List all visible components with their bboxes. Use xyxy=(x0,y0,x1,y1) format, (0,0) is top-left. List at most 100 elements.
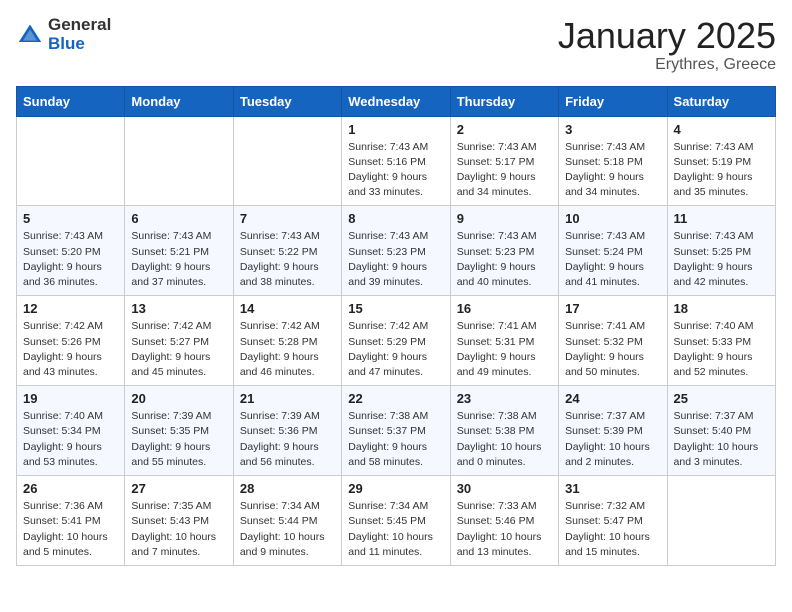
calendar-cell: 11Sunrise: 7:43 AM Sunset: 5:25 PM Dayli… xyxy=(667,206,775,296)
day-info: Sunrise: 7:43 AM Sunset: 5:17 PM Dayligh… xyxy=(457,140,552,201)
day-number: 1 xyxy=(348,122,443,137)
calendar-cell: 23Sunrise: 7:38 AM Sunset: 5:38 PM Dayli… xyxy=(450,386,558,476)
calendar-week-2: 5Sunrise: 7:43 AM Sunset: 5:20 PM Daylig… xyxy=(17,206,776,296)
day-number: 4 xyxy=(674,122,769,137)
calendar-cell: 17Sunrise: 7:41 AM Sunset: 5:32 PM Dayli… xyxy=(559,296,667,386)
day-info: Sunrise: 7:40 AM Sunset: 5:33 PM Dayligh… xyxy=(674,319,769,380)
calendar-cell: 26 Sunrise: 7:36 AM Sunset: 5:41 PM Dayli… xyxy=(17,476,125,566)
calendar-week-5: 26 Sunrise: 7:36 AM Sunset: 5:41 PM Dayli… xyxy=(17,476,776,566)
day-number: 12 xyxy=(23,301,118,316)
calendar-cell: 21 Sunrise: 7:39 AM Sunset: 5:36 PM Dayli… xyxy=(233,386,341,476)
day-info: Sunrise: 7:43 AM Sunset: 5:23 PM Dayligh… xyxy=(348,229,443,290)
calendar-cell: 31 Sunrise: 7:32 AM Sunset: 5:47 PM Dayli… xyxy=(559,476,667,566)
day-number: 5 xyxy=(23,211,118,226)
calendar-cell: 13Sunrise: 7:42 AM Sunset: 5:27 PM Dayli… xyxy=(125,296,233,386)
calendar-cell: 7 Sunrise: 7:43 AM Sunset: 5:22 PM Daylig… xyxy=(233,206,341,296)
day-number: 7 xyxy=(240,211,335,226)
calendar-cell: 4 Sunrise: 7:43 AM Sunset: 5:19 PM Daylig… xyxy=(667,116,775,206)
day-number: 27 xyxy=(131,481,226,496)
calendar-cell: 25 Sunrise: 7:37 AM Sunset: 5:40 PM Dayli… xyxy=(667,386,775,476)
day-info: Sunrise: 7:41 AM Sunset: 5:32 PM Dayligh… xyxy=(565,319,660,380)
day-number: 31 xyxy=(565,481,660,496)
day-number: 19 xyxy=(23,391,118,406)
column-header-wednesday: Wednesday xyxy=(342,86,450,116)
calendar-cell xyxy=(667,476,775,566)
column-header-monday: Monday xyxy=(125,86,233,116)
column-header-saturday: Saturday xyxy=(667,86,775,116)
column-header-sunday: Sunday xyxy=(17,86,125,116)
calendar-cell xyxy=(233,116,341,206)
calendar-cell: 16 Sunrise: 7:41 AM Sunset: 5:31 PM Dayli… xyxy=(450,296,558,386)
month-year: January 2025 xyxy=(558,16,776,56)
day-number: 15 xyxy=(348,301,443,316)
day-number: 29 xyxy=(348,481,443,496)
calendar-cell: 20 Sunrise: 7:39 AM Sunset: 5:35 PM Dayli… xyxy=(125,386,233,476)
logo-general: General xyxy=(48,16,111,35)
day-info: Sunrise: 7:36 AM Sunset: 5:41 PM Dayligh… xyxy=(23,499,118,560)
calendar-header-row: SundayMondayTuesdayWednesdayThursdayFrid… xyxy=(17,86,776,116)
day-number: 9 xyxy=(457,211,552,226)
day-info: Sunrise: 7:42 AM Sunset: 5:29 PM Dayligh… xyxy=(348,319,443,380)
calendar-cell: 19 Sunrise: 7:40 AM Sunset: 5:34 PM Dayli… xyxy=(17,386,125,476)
day-info: Sunrise: 7:43 AM Sunset: 5:21 PM Dayligh… xyxy=(131,229,226,290)
calendar-cell: 14 Sunrise: 7:42 AM Sunset: 5:28 PM Dayli… xyxy=(233,296,341,386)
day-number: 23 xyxy=(457,391,552,406)
day-info: Sunrise: 7:38 AM Sunset: 5:37 PM Dayligh… xyxy=(348,409,443,470)
day-info: Sunrise: 7:43 AM Sunset: 5:22 PM Dayligh… xyxy=(240,229,335,290)
calendar-cell: 27 Sunrise: 7:35 AM Sunset: 5:43 PM Dayli… xyxy=(125,476,233,566)
calendar-cell: 1 Sunrise: 7:43 AM Sunset: 5:16 PM Daylig… xyxy=(342,116,450,206)
calendar-cell: 8 Sunrise: 7:43 AM Sunset: 5:23 PM Daylig… xyxy=(342,206,450,296)
logo: General Blue xyxy=(16,16,111,53)
day-number: 18 xyxy=(674,301,769,316)
day-info: Sunrise: 7:43 AM Sunset: 5:23 PM Dayligh… xyxy=(457,229,552,290)
day-info: Sunrise: 7:33 AM Sunset: 5:46 PM Dayligh… xyxy=(457,499,552,560)
calendar-week-1: 1 Sunrise: 7:43 AM Sunset: 5:16 PM Daylig… xyxy=(17,116,776,206)
logo-blue: Blue xyxy=(48,35,111,54)
day-number: 2 xyxy=(457,122,552,137)
day-number: 25 xyxy=(674,391,769,406)
day-info: Sunrise: 7:43 AM Sunset: 5:16 PM Dayligh… xyxy=(348,140,443,201)
day-number: 8 xyxy=(348,211,443,226)
calendar-cell: 22Sunrise: 7:38 AM Sunset: 5:37 PM Dayli… xyxy=(342,386,450,476)
calendar-cell: 30Sunrise: 7:33 AM Sunset: 5:46 PM Dayli… xyxy=(450,476,558,566)
calendar-cell: 18 Sunrise: 7:40 AM Sunset: 5:33 PM Dayli… xyxy=(667,296,775,386)
calendar-week-4: 19 Sunrise: 7:40 AM Sunset: 5:34 PM Dayli… xyxy=(17,386,776,476)
day-number: 16 xyxy=(457,301,552,316)
day-info: Sunrise: 7:42 AM Sunset: 5:26 PM Dayligh… xyxy=(23,319,118,380)
calendar-week-3: 12 Sunrise: 7:42 AM Sunset: 5:26 PM Dayli… xyxy=(17,296,776,386)
calendar-cell: 9 Sunrise: 7:43 AM Sunset: 5:23 PM Daylig… xyxy=(450,206,558,296)
day-info: Sunrise: 7:39 AM Sunset: 5:35 PM Dayligh… xyxy=(131,409,226,470)
day-number: 3 xyxy=(565,122,660,137)
calendar-cell: 3 Sunrise: 7:43 AM Sunset: 5:18 PM Daylig… xyxy=(559,116,667,206)
column-header-tuesday: Tuesday xyxy=(233,86,341,116)
day-info: Sunrise: 7:35 AM Sunset: 5:43 PM Dayligh… xyxy=(131,499,226,560)
day-info: Sunrise: 7:43 AM Sunset: 5:24 PM Dayligh… xyxy=(565,229,660,290)
title-block: January 2025 Erythres, Greece xyxy=(558,16,776,74)
day-number: 14 xyxy=(240,301,335,316)
calendar-cell xyxy=(17,116,125,206)
day-number: 21 xyxy=(240,391,335,406)
day-info: Sunrise: 7:32 AM Sunset: 5:47 PM Dayligh… xyxy=(565,499,660,560)
day-info: Sunrise: 7:43 AM Sunset: 5:18 PM Dayligh… xyxy=(565,140,660,201)
day-number: 26 xyxy=(23,481,118,496)
day-number: 24 xyxy=(565,391,660,406)
day-number: 10 xyxy=(565,211,660,226)
calendar-cell: 5Sunrise: 7:43 AM Sunset: 5:20 PM Daylig… xyxy=(17,206,125,296)
calendar-cell: 6Sunrise: 7:43 AM Sunset: 5:21 PM Daylig… xyxy=(125,206,233,296)
day-info: Sunrise: 7:39 AM Sunset: 5:36 PM Dayligh… xyxy=(240,409,335,470)
day-number: 13 xyxy=(131,301,226,316)
day-info: Sunrise: 7:41 AM Sunset: 5:31 PM Dayligh… xyxy=(457,319,552,380)
day-info: Sunrise: 7:40 AM Sunset: 5:34 PM Dayligh… xyxy=(23,409,118,470)
calendar-cell: 28Sunrise: 7:34 AM Sunset: 5:44 PM Dayli… xyxy=(233,476,341,566)
day-info: Sunrise: 7:37 AM Sunset: 5:39 PM Dayligh… xyxy=(565,409,660,470)
day-number: 11 xyxy=(674,211,769,226)
calendar-cell: 2 Sunrise: 7:43 AM Sunset: 5:17 PM Daylig… xyxy=(450,116,558,206)
day-number: 28 xyxy=(240,481,335,496)
day-info: Sunrise: 7:42 AM Sunset: 5:28 PM Dayligh… xyxy=(240,319,335,380)
day-info: Sunrise: 7:43 AM Sunset: 5:19 PM Dayligh… xyxy=(674,140,769,201)
column-header-friday: Friday xyxy=(559,86,667,116)
day-info: Sunrise: 7:37 AM Sunset: 5:40 PM Dayligh… xyxy=(674,409,769,470)
calendar-cell: 15 Sunrise: 7:42 AM Sunset: 5:29 PM Dayli… xyxy=(342,296,450,386)
location: Erythres, Greece xyxy=(558,56,776,74)
day-number: 20 xyxy=(131,391,226,406)
